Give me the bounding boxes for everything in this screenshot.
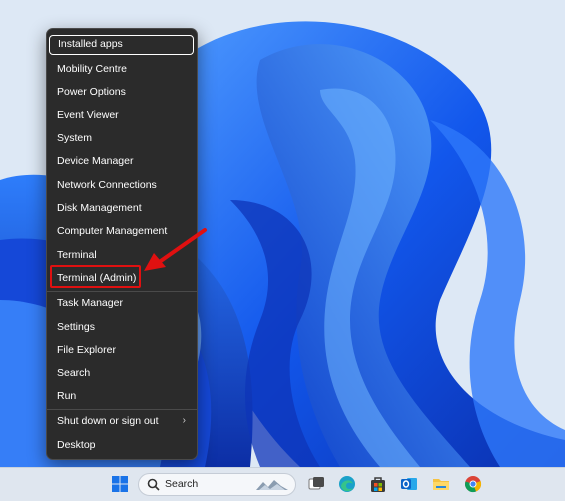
search-label: Search (165, 478, 199, 490)
menu-separator (47, 409, 197, 410)
taskbar-search-box[interactable]: Search (138, 473, 296, 496)
chevron-right-icon: › (182, 415, 186, 426)
menu-item-installed-apps[interactable]: Installed apps (49, 35, 194, 55)
menu-item-system[interactable]: System (51, 128, 192, 148)
taskbar: Search (0, 467, 565, 501)
menu-separator (47, 291, 197, 292)
menu-item-network-connections[interactable]: Network Connections (51, 175, 192, 195)
search-highlight-icon (256, 480, 288, 490)
menu-item-search[interactable]: Search (51, 363, 192, 383)
menu-item-run[interactable]: Run (51, 386, 192, 406)
menu-item-mobility-centre[interactable]: Mobility Centre (51, 59, 192, 79)
outlook-icon[interactable] (399, 474, 419, 494)
edge-icon[interactable] (337, 474, 357, 494)
menu-item-task-manager[interactable]: Task Manager (51, 293, 192, 313)
search-icon (147, 478, 160, 491)
menu-item-disk-management[interactable]: Disk Management (51, 198, 192, 218)
file-explorer-icon[interactable] (431, 474, 451, 494)
menu-item-device-manager[interactable]: Device Manager (51, 151, 192, 171)
chrome-icon[interactable] (463, 474, 483, 494)
store-icon[interactable] (368, 474, 388, 494)
windows-start-icon[interactable] (110, 474, 130, 494)
red-arrow-icon (144, 228, 207, 271)
menu-item-shut-down[interactable]: Shut down or sign out › (51, 411, 192, 431)
menu-item-label: Shut down or sign out (57, 415, 159, 427)
menu-item-power-options[interactable]: Power Options (51, 82, 192, 102)
menu-item-event-viewer[interactable]: Event Viewer (51, 105, 192, 125)
task-view-icon[interactable] (306, 474, 326, 494)
highlight-box (50, 265, 141, 288)
menu-item-file-explorer[interactable]: File Explorer (51, 340, 192, 360)
menu-item-settings[interactable]: Settings (51, 317, 192, 337)
menu-item-desktop[interactable]: Desktop (51, 435, 192, 455)
